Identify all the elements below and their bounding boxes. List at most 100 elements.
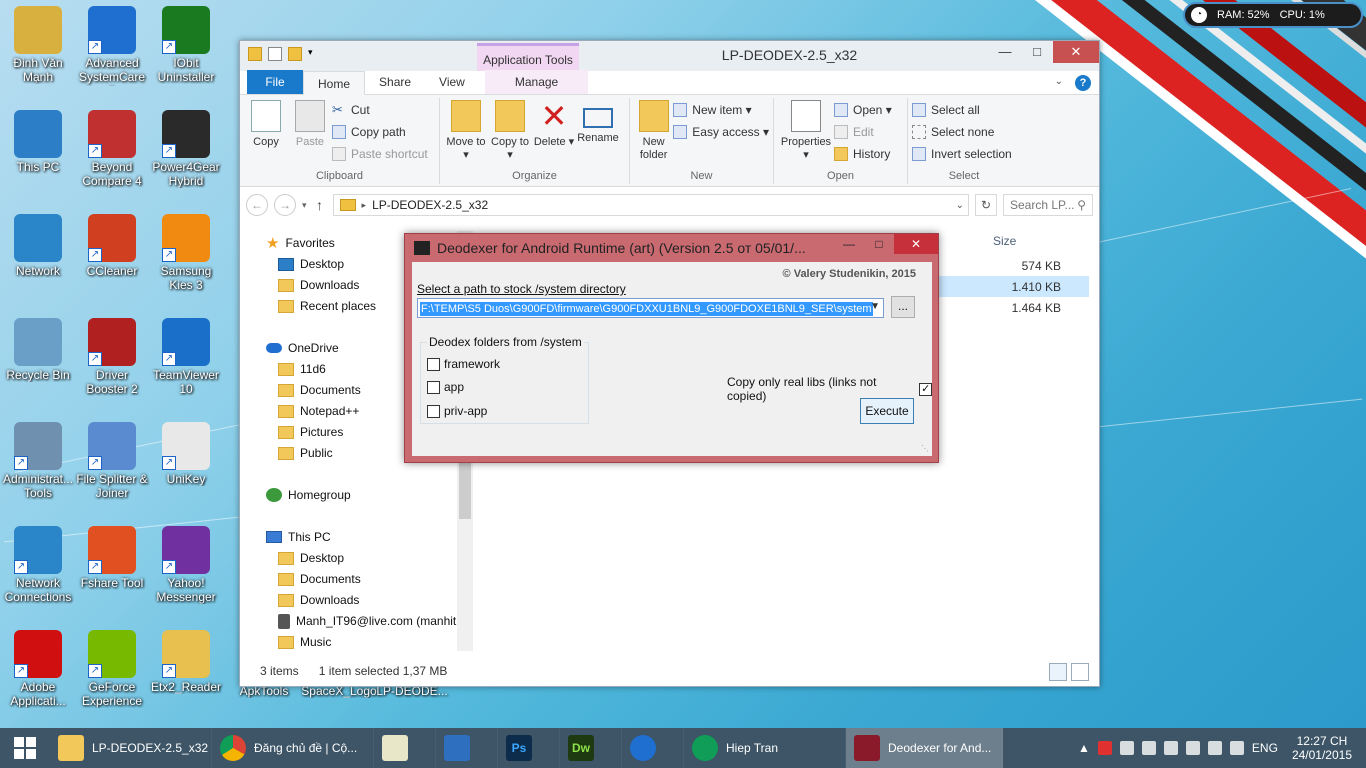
taskbar-chrome[interactable]: Đăng chủ đề | Cộ... xyxy=(212,728,374,768)
new-item-button[interactable]: New item ▾ xyxy=(673,101,769,119)
close-button[interactable]: ✕ xyxy=(1053,41,1099,63)
nav-pc-phone[interactable]: Manh_IT96@live.com (manhit xyxy=(278,611,456,631)
desktop-icon[interactable]: ↗ Administrat... Tools xyxy=(0,422,76,500)
taskbar-hangouts[interactable]: Hiep Tran xyxy=(684,728,846,768)
taskbar-explorer[interactable]: LP-DEODEX-2.5_x32 xyxy=(50,728,212,768)
details-view-button[interactable] xyxy=(1049,663,1067,681)
checkbox-box[interactable]: ✓ xyxy=(919,382,932,396)
dialog-titlebar[interactable]: Deodexer for Android Runtime (art) (Vers… xyxy=(405,234,938,262)
select-all-button[interactable]: Select all xyxy=(912,101,1012,119)
nav-pc-desktop[interactable]: Desktop xyxy=(278,548,344,568)
desktop-icon[interactable]: ↗ Samsung Kies 3 xyxy=(148,214,224,292)
tab-view[interactable]: View xyxy=(425,70,479,94)
nav-onedrive-notepad[interactable]: Notepad++ xyxy=(278,401,359,421)
start-button[interactable] xyxy=(0,728,50,768)
taskbar-photoshop[interactable]: Ps xyxy=(498,728,560,768)
desktop-icon[interactable]: Recycle Bin xyxy=(0,318,76,382)
taskbar-systemcare[interactable] xyxy=(622,728,684,768)
nav-pc-music[interactable]: Music xyxy=(278,632,331,651)
vivaldi-icon[interactable] xyxy=(1097,741,1112,755)
desktop-icon[interactable]: ↗ Driver Booster 2 xyxy=(74,318,150,396)
nav-homegroup[interactable]: Homegroup xyxy=(266,485,351,505)
nav-onedrive[interactable]: OneDrive xyxy=(266,338,339,358)
desktop-icon[interactable]: ↗ GeForce Experience xyxy=(74,630,150,708)
nav-desktop[interactable]: Desktop xyxy=(278,254,344,274)
desktop-icon[interactable]: ↗ Advanced SystemCare 8 xyxy=(74,6,150,86)
tab-share[interactable]: Share xyxy=(365,70,425,94)
taskbar-deodexer[interactable]: Deodexer for And... xyxy=(846,728,1003,768)
nav-pc-downloads[interactable]: Downloads xyxy=(278,590,359,610)
checkbox-box[interactable] xyxy=(427,404,440,418)
minimize-button[interactable]: — xyxy=(834,234,864,254)
resize-grip-icon[interactable]: ⋱ xyxy=(921,444,929,453)
desktop-icon[interactable]: ↗ CCleaner xyxy=(74,214,150,278)
show-hidden-icons-icon[interactable]: ▲ xyxy=(1078,741,1090,755)
nav-onedrive-11d6[interactable]: 11d6 xyxy=(278,359,326,379)
close-button[interactable]: ✕ xyxy=(894,234,938,254)
battery-icon[interactable] xyxy=(1229,741,1244,755)
nav-onedrive-pictures[interactable]: Pictures xyxy=(278,422,343,442)
tab-file[interactable]: File xyxy=(247,70,303,94)
desktop-icon[interactable]: ↗ Network Connections xyxy=(0,526,76,604)
open-button[interactable]: Open ▾ xyxy=(834,101,892,119)
framework-checkbox[interactable]: framework xyxy=(427,357,500,371)
desktop-icon[interactable]: ↗ Etx2_Reader xyxy=(148,630,224,694)
help-icon[interactable]: ? xyxy=(1075,75,1091,91)
minimize-button[interactable]: — xyxy=(989,41,1021,63)
desktop-icon[interactable]: ↗ Beyond Compare 4 xyxy=(74,110,150,188)
cut-button[interactable]: ✂ Cut xyxy=(332,101,428,119)
address-bar[interactable]: ▸ LP-DEODEX-2.5_x32 ⌄ xyxy=(332,194,969,216)
clock[interactable]: 12:27 CH 24/01/2015 xyxy=(1286,734,1358,762)
copy-path-button[interactable]: Copy path xyxy=(332,123,428,141)
select-none-button[interactable]: Select none xyxy=(912,123,1012,141)
nav-recent-places[interactable]: Recent places xyxy=(278,296,376,316)
network-signal-icon[interactable] xyxy=(1185,741,1200,755)
nav-downloads[interactable]: Downloads xyxy=(278,275,359,295)
chevron-down-icon[interactable]: ▼ xyxy=(870,301,880,312)
expand-ribbon-icon[interactable]: ⌄ xyxy=(1055,76,1063,87)
maximize-button[interactable]: □ xyxy=(1021,41,1053,63)
chevron-down-icon[interactable]: ⌄ xyxy=(956,200,964,211)
explorer-titlebar[interactable]: ▾ Application Tools LP-DEODEX-2.5_x32 — … xyxy=(240,41,1099,71)
desktop-icon[interactable]: ↗ Fshare Tool xyxy=(74,526,150,590)
nav-favorites[interactable]: ★ Favorites xyxy=(266,233,335,253)
desktop-icon[interactable]: ↗ Power4Gear Hybrid xyxy=(148,110,224,188)
priv-app-checkbox[interactable]: priv-app xyxy=(427,404,487,418)
system-path-combobox[interactable]: F:\TEMP\S5 Duos\G900FD\firmware\G900FDXX… xyxy=(417,298,884,318)
refresh-button[interactable]: ↻ xyxy=(975,194,997,216)
nav-pc-documents[interactable]: Documents xyxy=(278,569,361,589)
invert-selection-button[interactable]: Invert selection xyxy=(912,145,1012,163)
system-monitor-widget[interactable]: ◔ RAM: 52% CPU: 1% xyxy=(1183,2,1363,28)
volume-icon[interactable] xyxy=(1207,741,1222,755)
search-input[interactable]: Search LP... ⚲ xyxy=(1003,194,1093,216)
taskbar-dreamweaver[interactable]: Dw xyxy=(560,728,622,768)
desktop-icon[interactable]: ↗ TeamViewer 10 xyxy=(148,318,224,396)
desktop-icon[interactable]: ↗ UniKey xyxy=(148,422,224,486)
forward-button[interactable]: → xyxy=(274,194,296,216)
desktop-icon[interactable]: ↗ IObit Uninstaller xyxy=(148,6,224,84)
taskbar-downloader[interactable] xyxy=(436,728,498,768)
flag-icon[interactable] xyxy=(1163,741,1178,755)
tray-app-icon[interactable] xyxy=(1119,741,1134,755)
tab-home[interactable]: Home xyxy=(303,71,366,95)
maximize-button[interactable]: □ xyxy=(864,234,894,254)
app-checkbox[interactable]: app xyxy=(427,380,464,394)
desktop-icon[interactable]: Đinh Văn Mạnh xyxy=(0,6,76,84)
paste-shortcut-button[interactable]: Paste shortcut xyxy=(332,145,428,163)
desktop-icon[interactable]: This PC xyxy=(0,110,76,174)
recent-locations-icon[interactable]: ▾ xyxy=(302,200,307,211)
nav-this-pc[interactable]: This PC xyxy=(266,527,331,547)
taskbar-notepad[interactable] xyxy=(374,728,436,768)
checkbox-box[interactable] xyxy=(427,357,440,371)
language-indicator[interactable]: ENG xyxy=(1252,741,1278,755)
desktop-icon[interactable]: Network xyxy=(0,214,76,278)
tab-manage[interactable]: Manage xyxy=(484,70,589,94)
nav-onedrive-public[interactable]: Public xyxy=(278,443,333,463)
nav-onedrive-documents[interactable]: Documents xyxy=(278,380,361,400)
edit-button[interactable]: Edit xyxy=(834,123,892,141)
up-button[interactable]: ↑ xyxy=(313,197,327,213)
execute-button[interactable]: Execute xyxy=(860,398,914,424)
browse-button[interactable]: ... xyxy=(891,296,915,318)
checkbox-box[interactable] xyxy=(427,380,440,394)
large-icons-view-button[interactable] xyxy=(1071,663,1089,681)
